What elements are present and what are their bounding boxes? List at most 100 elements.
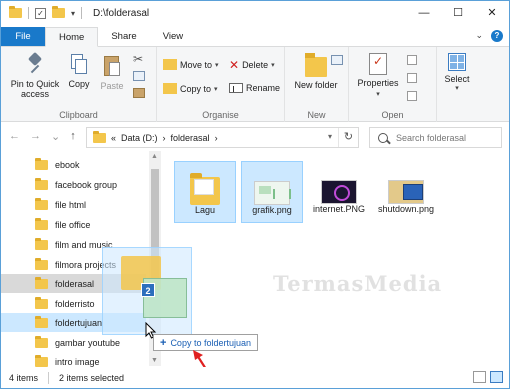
recent-locations-icon[interactable]: ⌄ <box>51 130 60 143</box>
properties-check-icon[interactable]: ✓ <box>35 7 46 19</box>
address-bar[interactable]: « Data (D:) › folderasal › ▾ ↻ <box>86 127 359 148</box>
window-controls: — ☐ ✕ <box>407 1 509 25</box>
folder-icon <box>35 177 48 190</box>
copy-path-button[interactable] <box>133 71 145 81</box>
dropdown-caret-icon: ▾ <box>214 85 218 93</box>
copy-icon <box>69 54 89 76</box>
new-item-button[interactable] <box>331 55 343 65</box>
clipboard-group-label: Clipboard <box>59 110 98 120</box>
close-button[interactable]: ✕ <box>475 1 509 25</box>
breadcrumb-folder[interactable]: folderasal <box>171 133 210 143</box>
forward-arrow-icon[interactable]: → <box>30 130 41 143</box>
select-button[interactable]: Select ▾ <box>439 53 475 94</box>
divider <box>28 7 29 19</box>
scissors-icon: ✂ <box>133 52 144 66</box>
breadcrumb-drive[interactable]: Data (D:) <box>121 133 158 143</box>
view-buttons <box>473 371 503 383</box>
history-button[interactable] <box>407 91 417 101</box>
nav-item-file-html[interactable]: file html <box>1 195 146 214</box>
search-placeholder[interactable]: Search folderasal <box>396 133 466 143</box>
breadcrumb-separator[interactable]: › <box>163 133 166 143</box>
open-group-label: Open <box>381 110 404 120</box>
folder-icon <box>35 197 48 210</box>
cut-button[interactable]: ✂ <box>133 53 143 65</box>
customize-toolbar-icon[interactable]: ▾ <box>71 9 75 18</box>
up-arrow-icon[interactable]: ↑ <box>70 130 76 143</box>
new-item-icon <box>331 55 343 65</box>
folder-icon <box>35 276 48 289</box>
pin-quick-access-button[interactable]: Pin to Quick access <box>5 54 65 99</box>
folder-icon <box>93 130 106 143</box>
copy-label: Copy <box>68 79 90 89</box>
tab-share[interactable]: Share <box>98 27 149 46</box>
minimize-button[interactable]: — <box>407 1 441 25</box>
status-bar: 4 items 2 items selected <box>1 367 509 388</box>
select-grid-icon <box>448 53 466 71</box>
nav-item-file-office[interactable]: file office <box>1 215 146 234</box>
selection-count: 2 items selected <box>59 372 125 383</box>
properties-label: Properties <box>357 78 399 88</box>
title-bar: ✓ ▾ D:\folderasal — ☐ ✕ <box>1 1 509 27</box>
dropdown-caret-icon: ▾ <box>271 62 275 69</box>
quick-access-toolbar: ✓ ▾ <box>9 6 83 19</box>
scroll-down-icon[interactable]: ▼ <box>151 357 158 364</box>
refresh-icon[interactable]: ↻ <box>338 128 358 147</box>
edit-button[interactable] <box>407 73 417 83</box>
address-prefix[interactable]: « <box>111 133 116 143</box>
paste-shortcut-icon <box>133 88 145 98</box>
clipboard-group: Pin to Quick access Copy Paste ✂ Clipboa… <box>1 47 157 122</box>
address-dropdown-icon[interactable]: ▾ <box>328 132 332 141</box>
delete-button[interactable]: ✕ Delete ▾ <box>229 59 275 71</box>
delete-x-icon: ✕ <box>229 58 240 72</box>
edit-icon <box>407 73 417 83</box>
folder-icon <box>35 217 48 230</box>
ribbon-help-controls: ⌄ ? <box>475 30 503 42</box>
folder-icon <box>35 237 48 250</box>
new-folder-icon[interactable] <box>52 6 65 18</box>
maximize-button[interactable]: ☐ <box>441 1 475 25</box>
file-item-internet[interactable]: internet.PNG <box>308 161 370 223</box>
copy-to-icon <box>163 83 177 94</box>
scroll-up-icon[interactable]: ▲ <box>151 153 158 160</box>
details-view-icon[interactable] <box>473 371 486 383</box>
folder-icon <box>190 173 220 205</box>
image-icon <box>321 180 357 204</box>
nav-item-ebook[interactable]: ebook <box>1 155 146 174</box>
open-button[interactable] <box>407 55 417 65</box>
tab-file[interactable]: File <box>1 27 45 46</box>
tab-home[interactable]: Home <box>45 27 99 47</box>
paste-button[interactable]: Paste <box>97 54 127 91</box>
move-to-button[interactable]: Move to ▾ <box>163 59 219 70</box>
search-box[interactable]: Search folderasal <box>369 127 502 148</box>
organise-group-label: Organise <box>202 110 239 120</box>
copy-to-button[interactable]: Copy to ▾ <box>163 83 218 94</box>
paste-label: Paste <box>100 81 124 91</box>
plus-icon: + <box>160 336 167 349</box>
tab-view[interactable]: View <box>150 27 196 46</box>
properties-icon <box>369 53 387 75</box>
collapse-ribbon-icon[interactable]: ⌄ <box>475 30 483 42</box>
large-icons-view-icon[interactable] <box>490 371 503 383</box>
explorer-window: ✓ ▾ D:\folderasal — ☐ ✕ File Home Share … <box>0 0 510 389</box>
help-icon[interactable]: ? <box>491 30 503 42</box>
nav-item-facebook-group[interactable]: facebook group <box>1 175 146 194</box>
file-item-grafik[interactable]: grafik.png <box>241 161 303 223</box>
file-item-lagu[interactable]: Lagu <box>174 161 236 223</box>
open-group: Properties ▾ Open <box>349 47 437 122</box>
rename-label: Rename <box>246 83 281 93</box>
delete-label: Delete <box>242 60 269 70</box>
nav-item-label: folderasal <box>55 278 95 289</box>
file-name: grafik.png <box>252 205 292 215</box>
copy-button[interactable]: Copy <box>65 54 93 89</box>
file-item-shutdown[interactable]: shutdown.png <box>375 161 437 223</box>
nav-item-gambar-youtube[interactable]: gambar youtube <box>1 333 146 352</box>
item-count: 4 items <box>9 372 39 383</box>
copy-to-label: Copy to <box>180 83 212 94</box>
breadcrumb-separator[interactable]: › <box>215 133 218 143</box>
properties-button[interactable]: Properties ▾ <box>355 53 401 100</box>
paste-shortcut-button[interactable] <box>133 88 145 98</box>
search-icon <box>378 132 388 143</box>
back-arrow-icon[interactable]: ← <box>9 130 20 143</box>
rename-button[interactable]: Rename <box>229 83 280 93</box>
window-title: D:\folderasal <box>93 8 150 19</box>
